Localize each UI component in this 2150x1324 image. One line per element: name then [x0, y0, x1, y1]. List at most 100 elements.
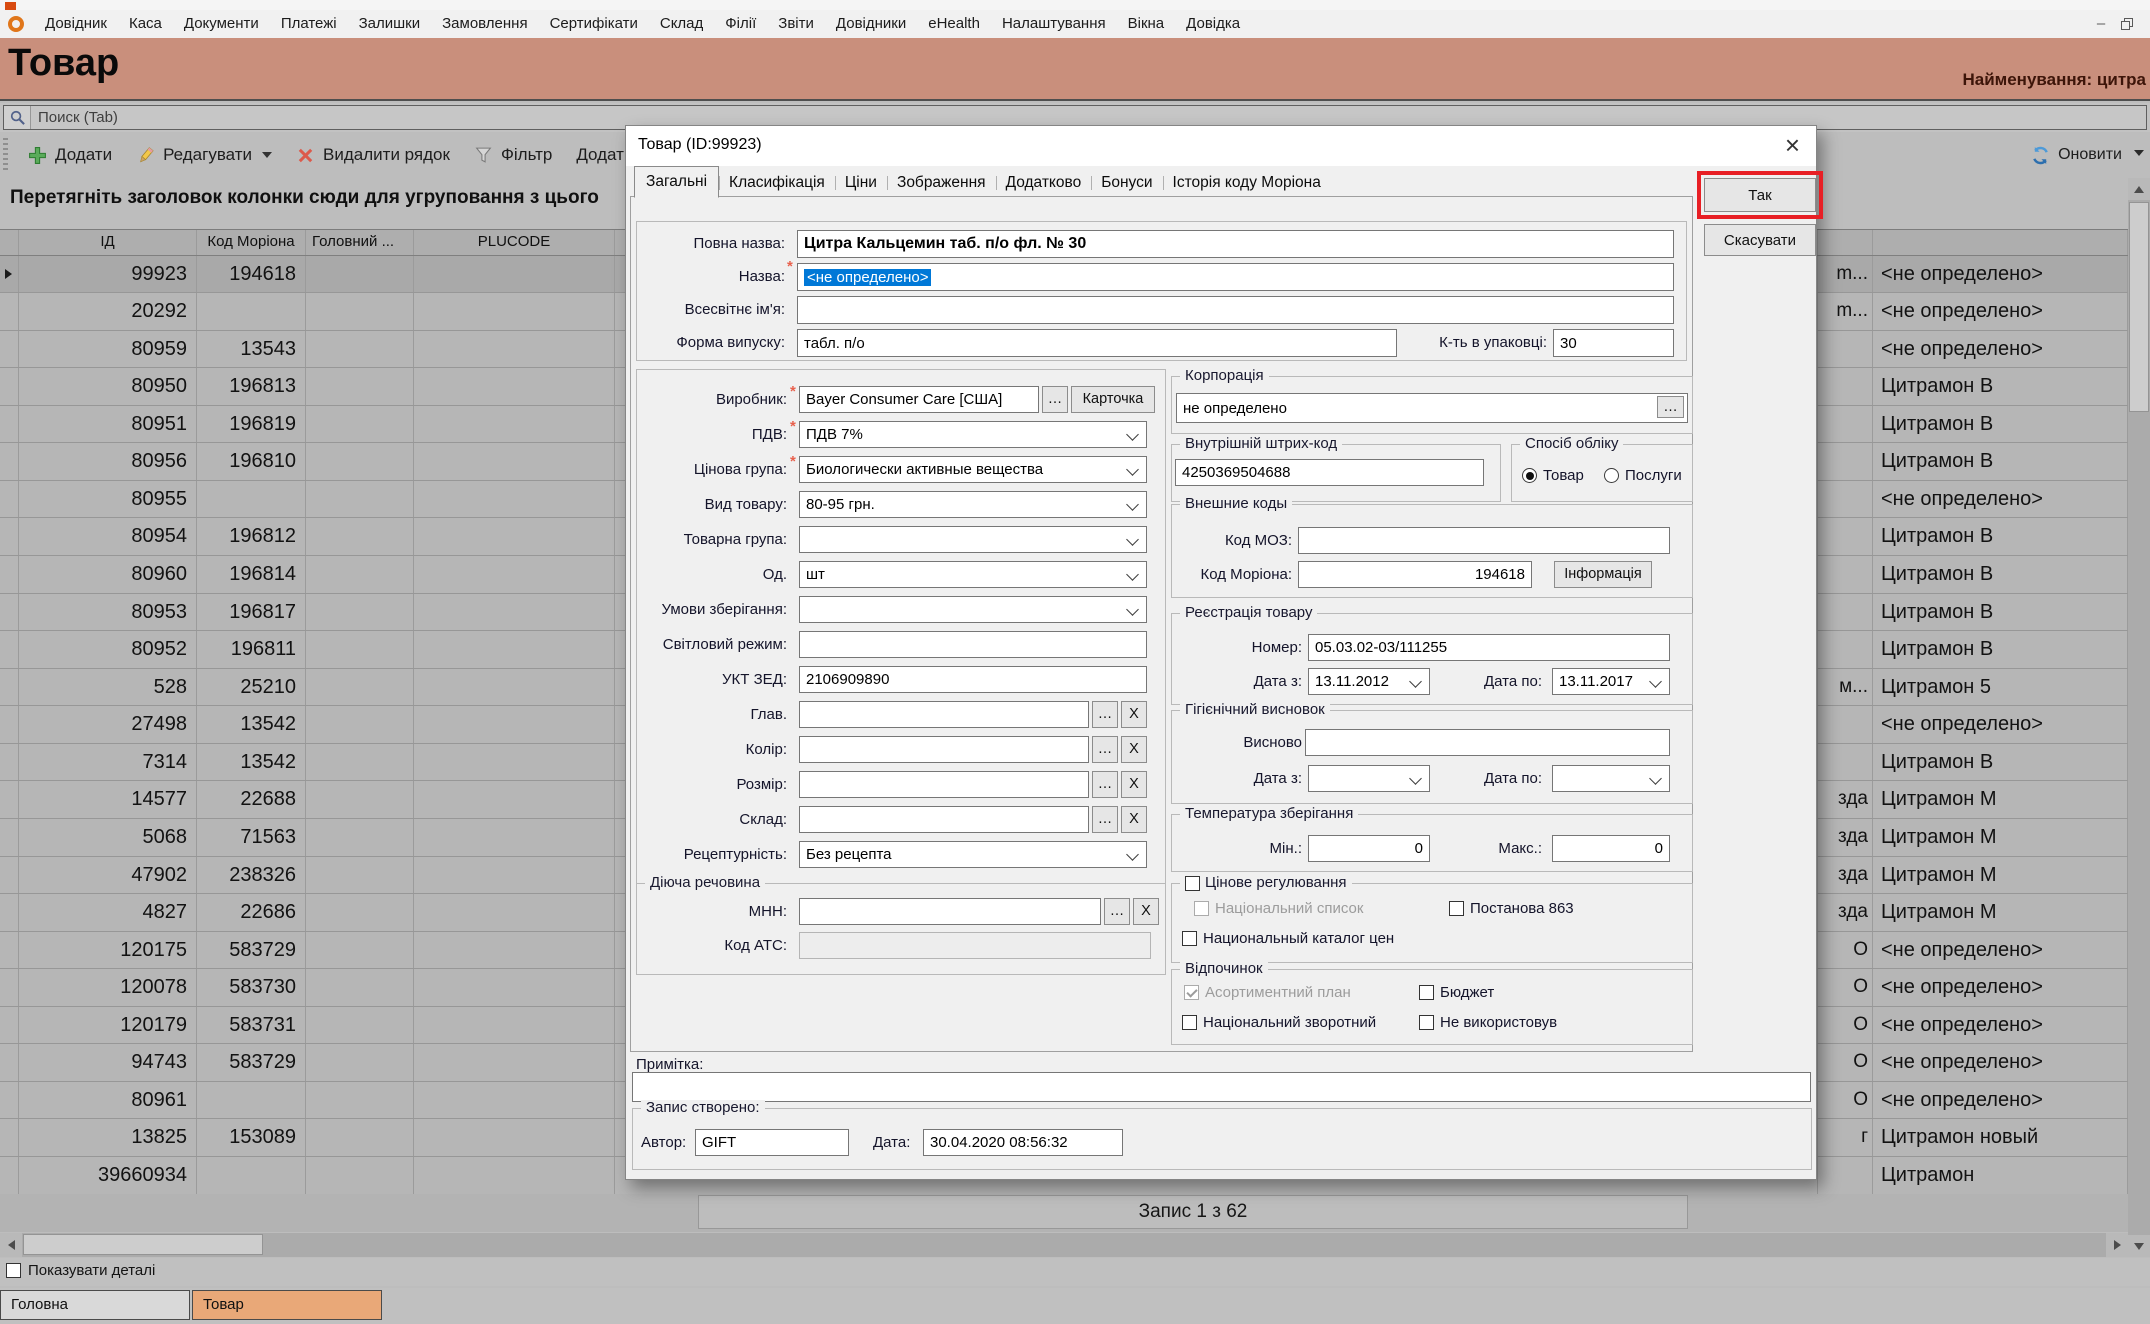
- clear-button[interactable]: X: [1121, 736, 1147, 763]
- bottom-tab-golovna[interactable]: Головна: [0, 1290, 190, 1320]
- radio-goods[interactable]: Товар: [1522, 467, 1584, 484]
- scroll-down-icon[interactable]: [2128, 1235, 2150, 1257]
- menu-item[interactable]: Звіти: [767, 10, 825, 38]
- vertical-scrollbar[interactable]: [2128, 178, 2150, 1257]
- scroll-up-icon[interactable]: [2128, 178, 2150, 200]
- menu-item[interactable]: Платежі: [270, 10, 348, 38]
- menu-item[interactable]: Залишки: [348, 10, 432, 38]
- menu-item[interactable]: Документи: [173, 10, 270, 38]
- dialog-tab[interactable]: Загальні: [634, 166, 719, 198]
- menu-item[interactable]: Сертифікати: [539, 10, 649, 38]
- select-field[interactable]: шт: [799, 561, 1147, 588]
- toolbar-delete-row-button[interactable]: Видалити рядок: [284, 135, 462, 175]
- corporation-lookup-button[interactable]: …: [1657, 396, 1684, 418]
- release-form-field[interactable]: табл. п/о: [797, 329, 1397, 357]
- bottom-tab-tovar[interactable]: Товар: [192, 1290, 382, 1320]
- registration-date-to-field[interactable]: 13.11.2017: [1552, 668, 1670, 695]
- checkbox-postanova-863[interactable]: Постанова 863: [1449, 900, 1574, 917]
- lookup-field[interactable]: [799, 806, 1089, 833]
- refresh-button[interactable]: Оновити: [2031, 146, 2150, 165]
- dialog-tab[interactable]: Історія коду Моріона: [1163, 169, 1331, 197]
- lookup-field[interactable]: Bayer Consumer Care [США]: [799, 386, 1039, 413]
- registration-date-from-field[interactable]: 13.11.2012: [1308, 668, 1430, 695]
- morion-code-field[interactable]: 194618: [1298, 561, 1532, 588]
- internal-barcode-field[interactable]: 4250369504688: [1175, 459, 1484, 486]
- hygiene-date-to-field[interactable]: [1552, 765, 1670, 792]
- show-details-checkbox[interactable]: [6, 1263, 21, 1278]
- lookup-button[interactable]: …: [1092, 806, 1118, 833]
- world-name-field[interactable]: [797, 296, 1674, 324]
- dialog-tab[interactable]: Додатково: [996, 169, 1092, 197]
- temp-min-field[interactable]: 0: [1308, 835, 1430, 862]
- column-header[interactable]: Код Моріона: [197, 230, 306, 255]
- clear-button[interactable]: X: [1121, 806, 1147, 833]
- group-caption-checkbox[interactable]: Цінове регулювання: [1180, 875, 1352, 891]
- select-field[interactable]: 80-95 грн.: [799, 491, 1147, 518]
- full-name-field[interactable]: Цитра Кальцемин таб. п/о фл. № 30: [797, 230, 1674, 258]
- note-field[interactable]: [632, 1072, 1811, 1102]
- ok-button[interactable]: Так: [1704, 178, 1816, 212]
- created-date-field[interactable]: 30.04.2020 08:56:32: [923, 1129, 1123, 1156]
- checkbox-not-used[interactable]: Не використовув: [1419, 1014, 1557, 1031]
- pack-count-field[interactable]: 30: [1553, 329, 1674, 357]
- toolbar-edit-button[interactable]: Редагувати: [124, 135, 284, 175]
- corporation-field[interactable]: не определено …: [1176, 393, 1688, 423]
- checkbox-national-list[interactable]: Національний список: [1194, 900, 1363, 917]
- lookup-button[interactable]: …: [1092, 701, 1118, 728]
- scroll-left-icon[interactable]: [0, 1233, 22, 1257]
- column-header[interactable]: PLUCODE: [414, 230, 615, 255]
- select-field[interactable]: [799, 596, 1147, 623]
- horizontal-scrollbar[interactable]: [0, 1233, 2128, 1257]
- dialog-tab[interactable]: Ціни: [835, 169, 887, 197]
- select-field[interactable]: Без рецепта: [799, 841, 1147, 868]
- vertical-scroll-thumb[interactable]: [2129, 202, 2149, 412]
- menu-item[interactable]: Довідник: [34, 10, 118, 38]
- hygiene-conclusion-field[interactable]: [1305, 729, 1670, 756]
- lookup-button[interactable]: …: [1092, 771, 1118, 798]
- lookup-field[interactable]: [799, 771, 1089, 798]
- card-button[interactable]: Карточка: [1071, 386, 1155, 413]
- menu-item[interactable]: Філії: [714, 10, 767, 38]
- mnn-clear-button[interactable]: X: [1133, 898, 1159, 925]
- checkbox-national-catalog[interactable]: Национальный каталог цен: [1182, 930, 1394, 947]
- info-button[interactable]: Інформація: [1554, 561, 1652, 588]
- select-field[interactable]: [799, 526, 1147, 553]
- lookup-button[interactable]: …: [1042, 386, 1068, 413]
- mnn-field[interactable]: [799, 898, 1101, 925]
- column-header[interactable]: Головний ...: [306, 230, 414, 255]
- text-field[interactable]: 2106909890: [799, 666, 1147, 693]
- dialog-tab[interactable]: Бонуси: [1091, 169, 1162, 197]
- checkbox-assortment-plan[interactable]: Асортиментний план: [1184, 984, 1351, 1001]
- toolbar-grip-handle[interactable]: [3, 138, 8, 172]
- horizontal-scroll-thumb[interactable]: [23, 1234, 263, 1255]
- menu-item[interactable]: Довідка: [1175, 10, 1251, 38]
- dialog-close-icon[interactable]: ×: [1785, 130, 1800, 160]
- select-field[interactable]: Биологически активные вещества: [799, 456, 1147, 483]
- temp-max-field[interactable]: 0: [1552, 835, 1670, 862]
- toolbar-overflow-icon[interactable]: [2134, 150, 2144, 156]
- select-field[interactable]: ПДВ 7%: [799, 421, 1147, 448]
- menu-item[interactable]: eHealth: [917, 10, 991, 38]
- menu-item[interactable]: Налаштування: [991, 10, 1117, 38]
- clear-button[interactable]: X: [1121, 701, 1147, 728]
- moz-code-field[interactable]: [1298, 527, 1670, 554]
- hygiene-date-from-field[interactable]: [1308, 765, 1430, 792]
- text-field[interactable]: [799, 631, 1147, 658]
- author-field[interactable]: GIFT: [695, 1129, 849, 1156]
- registration-number-field[interactable]: 05.03.02-03/111255: [1308, 634, 1670, 661]
- dialog-tab[interactable]: Зображення: [887, 169, 996, 197]
- menu-item[interactable]: Довідники: [825, 10, 917, 38]
- menu-item[interactable]: Каса: [118, 10, 173, 38]
- checkbox-national-return[interactable]: Національний зворотний: [1182, 1014, 1376, 1031]
- scroll-right-icon[interactable]: [2106, 1233, 2128, 1257]
- lookup-field[interactable]: [799, 736, 1089, 763]
- menu-item[interactable]: Замовлення: [431, 10, 538, 38]
- dialog-tab[interactable]: Класифікація: [719, 169, 835, 197]
- toolbar-add-button[interactable]: Додати: [16, 135, 124, 175]
- menu-item[interactable]: Склад: [649, 10, 714, 38]
- minimize-button[interactable]: –: [2097, 17, 2105, 31]
- lookup-button[interactable]: …: [1092, 736, 1118, 763]
- name-field[interactable]: <не определено>: [797, 263, 1674, 291]
- mnn-lookup-button[interactable]: …: [1104, 898, 1130, 925]
- menu-item[interactable]: Вікна: [1117, 10, 1176, 38]
